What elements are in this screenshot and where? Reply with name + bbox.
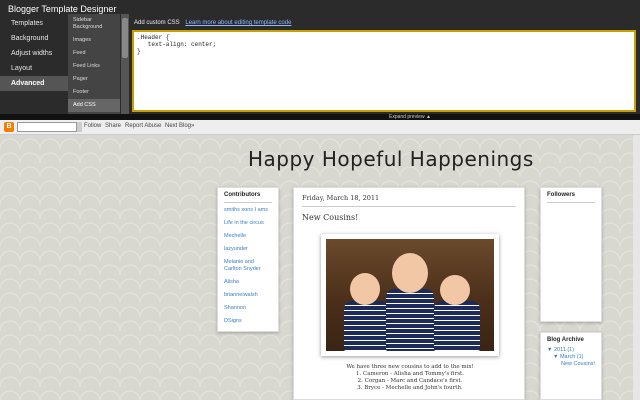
scrollbar-thumb[interactable] [122,18,128,58]
archive-post[interactable]: New Cousins! [547,361,595,368]
css-editor[interactable]: .Header { text-align: center; } [132,30,636,112]
designer-title: Blogger Template Designer [8,4,117,14]
contributor-link[interactable]: Life in the circus [224,220,272,227]
contributor-link[interactable]: DSigns [224,318,272,325]
sub-nav-add-css[interactable]: Add CSS [68,99,120,112]
contributor-link[interactable]: smiths sons I ams [224,207,272,214]
css-header: Add custom CSS Learn more about editing … [130,16,640,30]
page-scrollbar[interactable] [633,135,640,400]
main-nav-layout[interactable]: Layout [0,61,68,76]
report-abuse-link[interactable]: Report Abuse [125,123,161,129]
photo-figure [386,289,434,351]
post-photo [326,239,494,351]
post-line: 3. Bryce - Mechelle and John's fourth. [357,385,463,391]
main-nav-adjust-widths[interactable]: Adjust widths [0,46,68,61]
sub-nav-images[interactable]: Images [68,34,120,47]
blog-post: Friday, March 18, 2011 New Cousins! We h… [293,187,525,400]
main-nav: Templates Background Adjust widths Layou… [0,16,68,91]
next-blog-link[interactable]: Next Blog» [165,123,194,129]
post-photo-frame[interactable] [321,234,499,356]
main-nav-templates[interactable]: Templates [0,16,68,31]
photo-figure [434,301,480,351]
contributor-link[interactable]: Mechelle [224,233,272,240]
photo-figure [344,301,388,351]
archive-year[interactable]: ▼ 2011 (1) [547,347,595,354]
contributor-link[interactable]: Shannon [224,305,272,312]
archive-month[interactable]: ▼ March (1) [547,354,595,361]
main-nav-advanced[interactable]: Advanced [0,76,68,91]
css-help-link[interactable]: Learn more about editing template code [185,20,291,26]
share-link[interactable]: Share [105,123,121,129]
contributor-link[interactable]: Melanie and Carlton Snyder [224,259,272,273]
sub-nav-feed[interactable]: Feed [68,47,120,60]
css-panel: Add custom CSS Learn more about editing … [130,16,640,114]
post-line: We have three new cousins to add to the … [346,364,474,370]
archive-heading: Blog Archive [547,337,584,343]
post-title[interactable]: New Cousins! [302,213,516,222]
navbar-search-button[interactable] [77,122,82,132]
main-nav-background[interactable]: Background [0,31,68,46]
navbar-search-input[interactable] [17,122,77,132]
blog-preview: Happy Hopeful Happenings Contributors sm… [0,135,640,400]
post-line: 2. Corgan - Marc and Candace's first. [357,378,463,384]
followers-heading: Followers [547,192,576,198]
sub-nav-sidebar-background[interactable]: Sidebar Background [68,14,120,34]
contributor-link[interactable]: lazyunder [224,246,272,253]
sub-nav-feed-links[interactable]: Feed Links [68,60,120,73]
photo-figure [392,253,428,293]
css-label: Add custom CSS [134,20,180,26]
followers-gadget: Followers [540,187,602,322]
blog-title[interactable]: Happy Hopeful Happenings [248,147,534,171]
photo-figure [350,273,380,305]
post-body: We have three new cousins to add to the … [302,364,518,392]
template-designer: Blogger Template Designer Templates Back… [0,0,640,120]
divider [224,202,272,203]
blogger-navbar: B Follow Share Report Abuse Next Blog» [0,120,640,135]
follow-link[interactable]: Follow [84,123,101,129]
divider [547,202,595,203]
sub-nav-pager[interactable]: Pager [68,73,120,86]
contributors-heading: Contributors [224,192,261,198]
blog-archive-gadget: Blog Archive ▼ 2011 (1) ▼ March (1) New … [540,332,602,400]
sub-nav-scrollbar[interactable] [121,14,129,114]
sub-nav: Sidebar Background Images Feed Feed Link… [68,14,120,114]
post-line: 1. Cameron - Alisha and Tommy's first. [355,371,464,377]
post-date: Friday, March 18, 2011 [302,194,516,207]
contributor-link[interactable]: brianneiwalsh [224,292,272,299]
contributors-gadget: Contributors smiths sons I ams Life in t… [217,187,279,332]
blogger-logo-icon[interactable]: B [4,122,14,132]
photo-figure [440,275,470,305]
sub-nav-footer[interactable]: Footer [68,86,120,99]
contributor-link[interactable]: Alisha [224,279,272,286]
